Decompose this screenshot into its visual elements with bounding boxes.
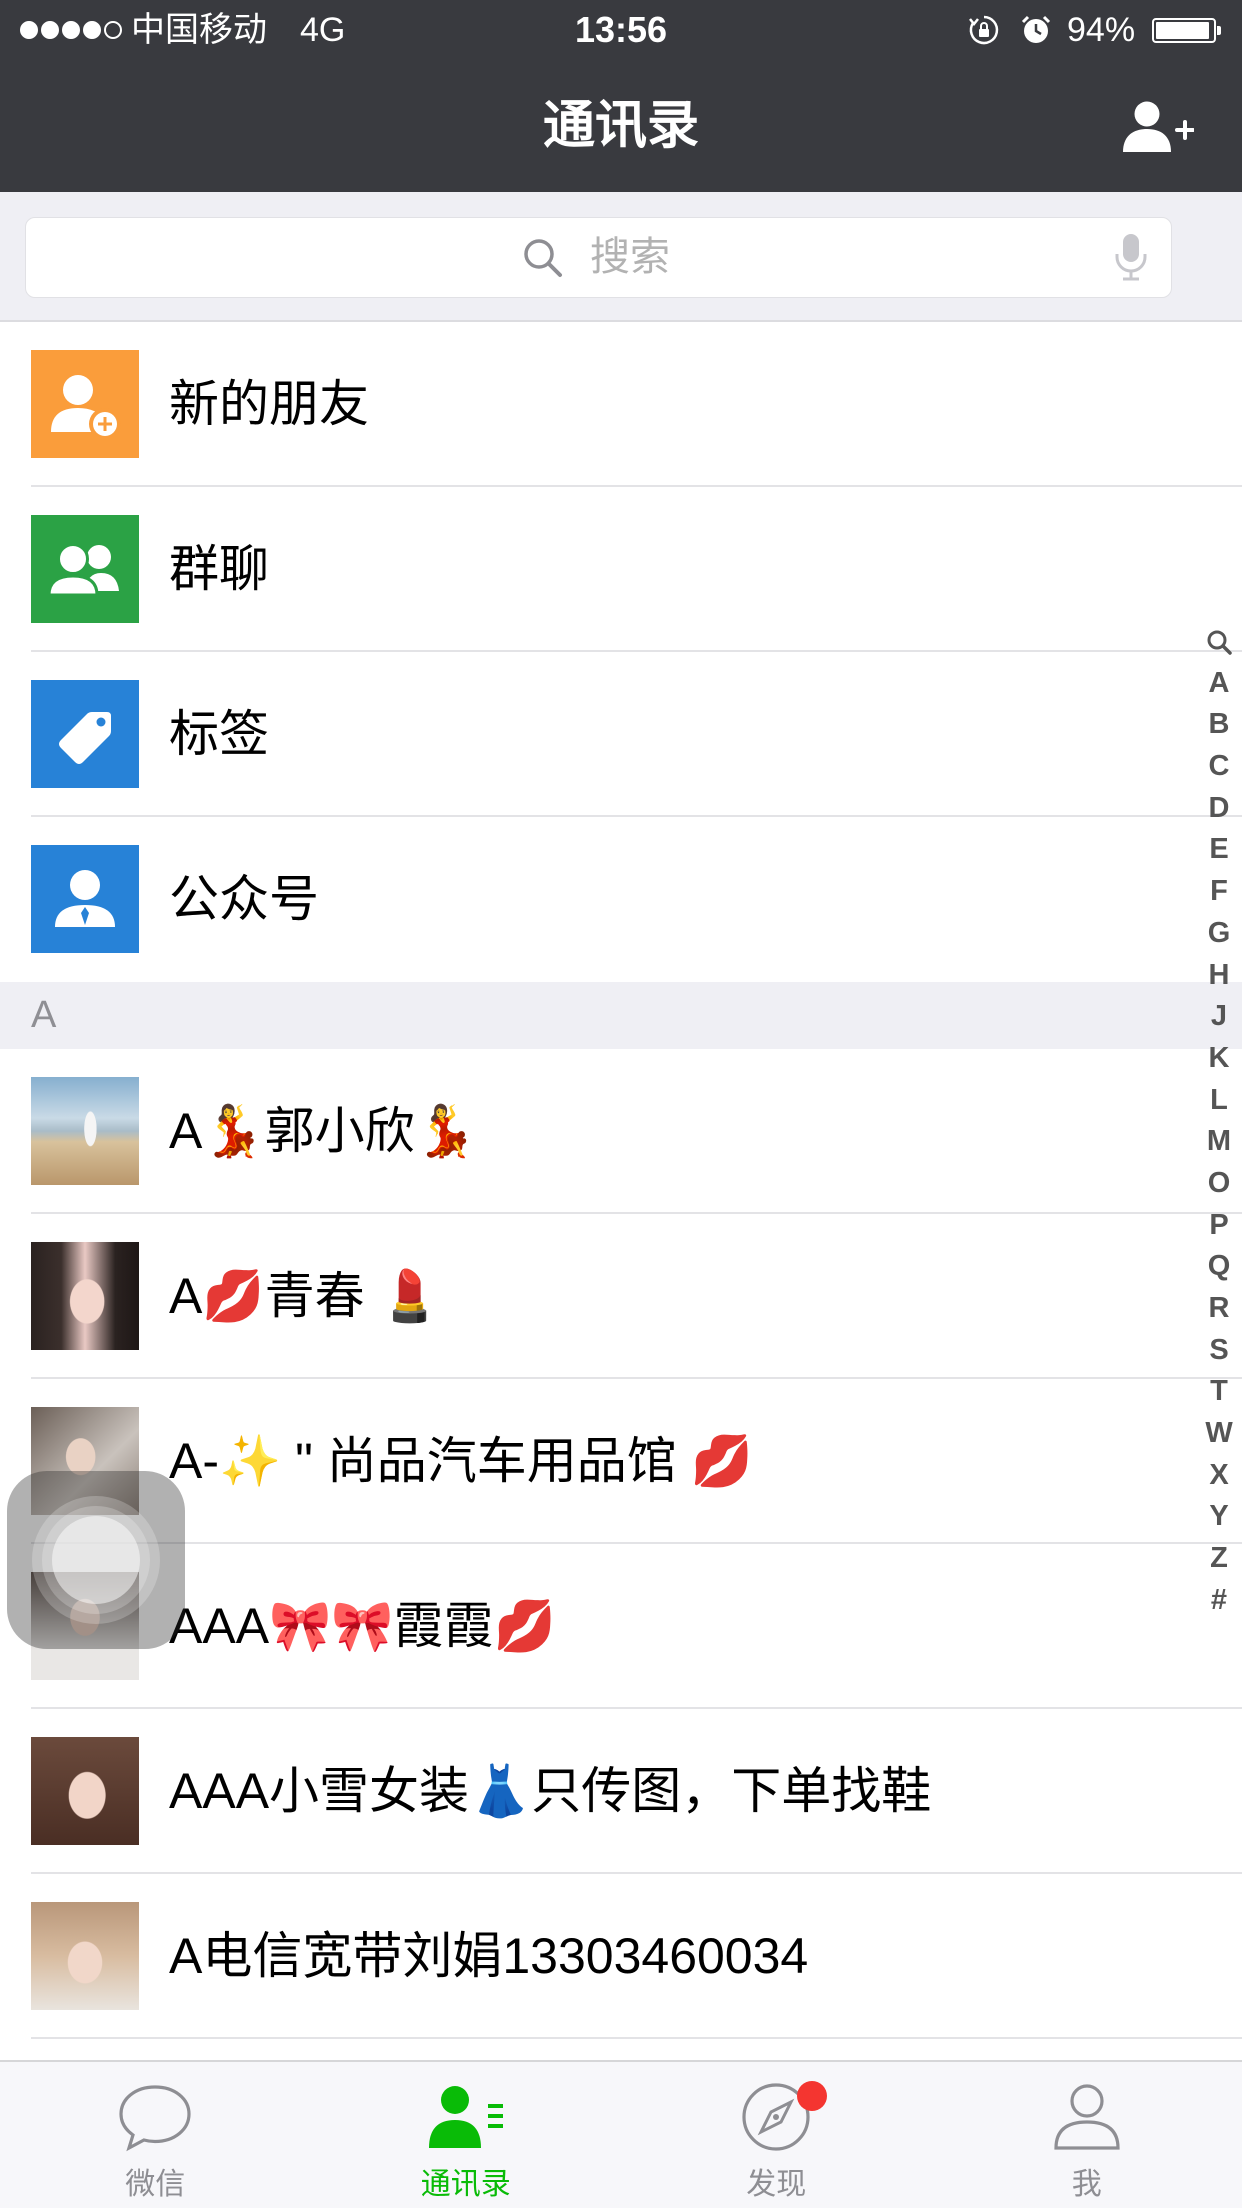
- status-bar: 中国移动 4G 13:56 94%: [0, 0, 1242, 60]
- search-input[interactable]: 搜索: [25, 217, 1172, 298]
- notification-dot: [797, 2081, 827, 2111]
- index-letter[interactable]: S: [1200, 1330, 1238, 1372]
- battery-level: [1156, 22, 1209, 39]
- search-icon: [1207, 630, 1232, 656]
- contact-name: A-✨ " 尚品汽车用品馆 💋: [169, 1433, 753, 1489]
- tab-discover[interactable]: 发现: [621, 2062, 932, 2208]
- index-letter[interactable]: O: [1200, 1163, 1238, 1205]
- contact-name: A💃郭小欣💃: [169, 1103, 477, 1159]
- contact-row[interactable]: A💋青春 💄: [0, 1214, 1242, 1379]
- index-letter[interactable]: D: [1200, 788, 1238, 830]
- tab-label: 通讯录: [420, 2168, 511, 2201]
- alphabet-index[interactable]: A B C D E F G H J K L M O P Q R S T W X …: [1200, 621, 1238, 1622]
- index-letter[interactable]: K: [1200, 1038, 1238, 1080]
- contact-name: AAA🎀🎀霞霞💋: [169, 1598, 556, 1654]
- index-letter[interactable]: A: [1200, 663, 1238, 705]
- tab-chats[interactable]: 微信: [0, 2062, 311, 2208]
- index-letter[interactable]: L: [1200, 1080, 1238, 1122]
- me-icon: [1054, 2084, 1120, 2150]
- entry-label: 群聊: [169, 541, 269, 597]
- contacts-icon: [428, 2086, 503, 2148]
- tag-icon: [31, 680, 139, 788]
- index-letter[interactable]: Y: [1200, 1496, 1238, 1538]
- entry-label: 公众号: [169, 871, 319, 927]
- rotation-lock-icon: [969, 15, 999, 45]
- tab-contacts[interactable]: 通讯录: [311, 2062, 622, 2208]
- section-header: A: [0, 982, 1242, 1049]
- search-placeholder: 搜索: [590, 235, 670, 279]
- new-friends-entry[interactable]: 新的朋友: [0, 322, 1242, 487]
- index-letter[interactable]: Q: [1200, 1246, 1238, 1288]
- official-accounts-entry[interactable]: 公众号: [0, 817, 1242, 982]
- contact-row[interactable]: A💃郭小欣💃: [0, 1049, 1242, 1214]
- index-letter[interactable]: Z: [1200, 1538, 1238, 1580]
- index-letter[interactable]: E: [1200, 829, 1238, 871]
- entry-label: 新的朋友: [169, 376, 369, 432]
- index-letter[interactable]: X: [1200, 1455, 1238, 1497]
- assistive-touch-button[interactable]: [7, 1471, 185, 1649]
- contact-avatar: [31, 1737, 139, 1845]
- contact-row[interactable]: AAA🎀🎀霞霞💋: [0, 1544, 1242, 1709]
- entry-label: 标签: [169, 706, 269, 762]
- index-letter[interactable]: J: [1200, 996, 1238, 1038]
- page-title: 通讯录: [542, 97, 699, 155]
- index-letter[interactable]: W: [1200, 1413, 1238, 1455]
- index-letter[interactable]: T: [1200, 1371, 1238, 1413]
- tab-me[interactable]: 我: [932, 2062, 1242, 2208]
- contact-avatar: [31, 1242, 139, 1350]
- contact-name: A💋青春 💄: [169, 1268, 441, 1324]
- tab-label: 微信: [125, 2168, 186, 2201]
- new-friend-icon: [31, 350, 139, 458]
- assistive-touch-icon: [32, 1496, 160, 1624]
- index-letter[interactable]: M: [1200, 1121, 1238, 1163]
- tags-entry[interactable]: 标签: [0, 652, 1242, 817]
- index-letter[interactable]: G: [1200, 913, 1238, 955]
- tab-label: 我: [1071, 2168, 1102, 2201]
- status-time: 13:56: [574, 9, 668, 50]
- battery-icon: [1152, 18, 1222, 43]
- battery-percent: 94%: [1067, 11, 1136, 49]
- index-letter[interactable]: R: [1200, 1288, 1238, 1330]
- index-letter[interactable]: #: [1200, 1580, 1238, 1622]
- contact-row[interactable]: A-✨ " 尚品汽车用品馆 💋: [0, 1379, 1242, 1544]
- index-letter[interactable]: F: [1200, 871, 1238, 913]
- microphone-icon[interactable]: [1113, 232, 1149, 282]
- group-chat-entry[interactable]: 群聊: [0, 487, 1242, 652]
- contact-row[interactable]: A电信宽带刘娟13303460034: [0, 1874, 1242, 2039]
- search-area: 搜索: [0, 192, 1242, 322]
- contact-row[interactable]: AAA小雪女装👗只传图，下单找鞋: [0, 1709, 1242, 1874]
- section-letter: A: [31, 994, 57, 1036]
- contact-name: AAA小雪女装👗只传图，下单找鞋: [169, 1763, 932, 1819]
- add-contact-icon[interactable]: [1121, 100, 1194, 152]
- contact-name: A电信宽带刘娟13303460034: [169, 1928, 809, 1984]
- index-letter[interactable]: C: [1200, 746, 1238, 788]
- chat-bubble-icon: [119, 2085, 191, 2152]
- contact-avatar: [31, 1077, 139, 1185]
- contact-avatar: [31, 1902, 139, 2010]
- alarm-icon: [1021, 15, 1051, 43]
- search-icon: [524, 239, 562, 277]
- index-letter[interactable]: B: [1200, 704, 1238, 746]
- contacts-list: 新的朋友 群聊 标签 公众号 A A💃郭小欣💃 A💋青春 💄 A-✨ " 尚品汽…: [0, 322, 1242, 2039]
- group-chat-icon: [31, 515, 139, 623]
- official-account-icon: [31, 845, 139, 953]
- tab-bar: 微信 通讯录 发现 我: [0, 2060, 1242, 2208]
- tab-label: 发现: [746, 2168, 807, 2201]
- nav-bar: 通讯录: [0, 60, 1242, 192]
- index-search[interactable]: [1200, 621, 1238, 663]
- index-letter[interactable]: H: [1200, 955, 1238, 997]
- index-letter[interactable]: P: [1200, 1205, 1238, 1247]
